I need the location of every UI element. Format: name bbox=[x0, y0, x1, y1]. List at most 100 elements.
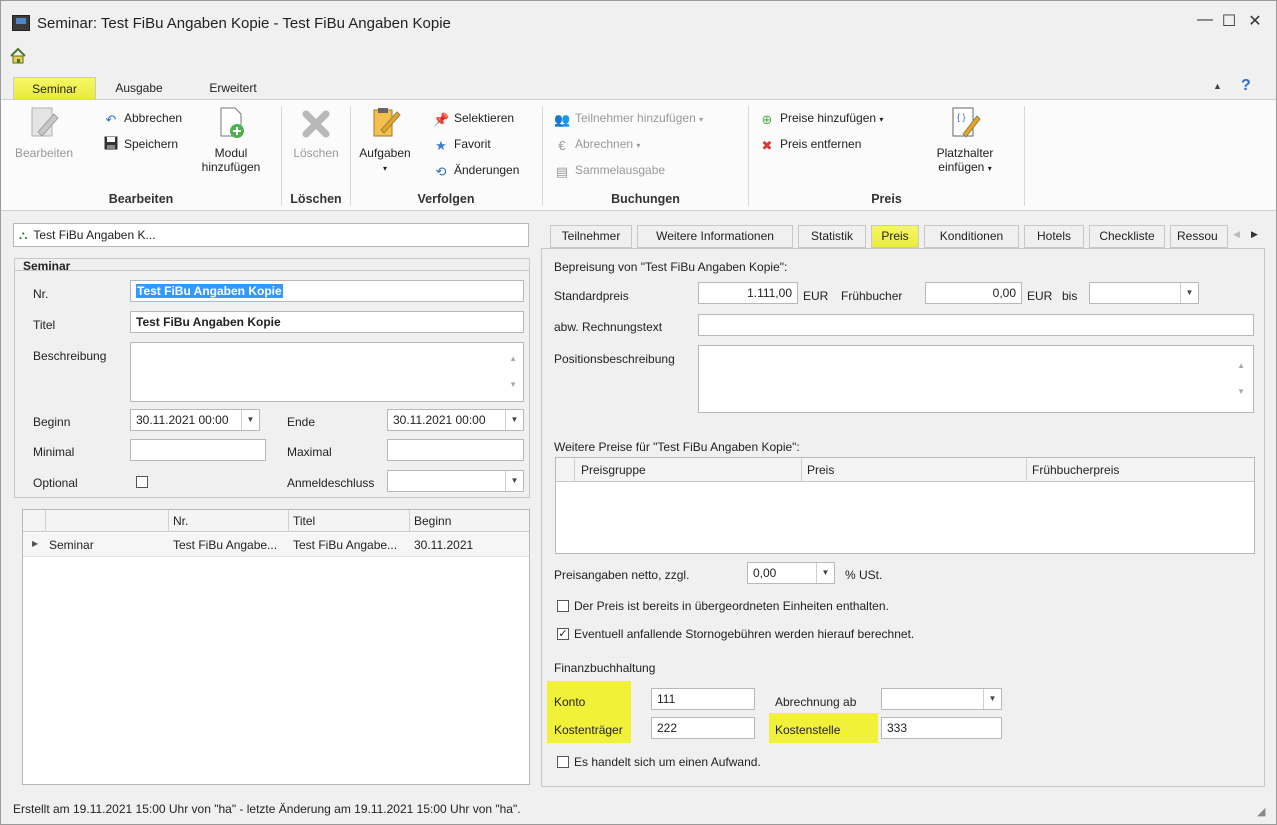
table-row[interactable]: ▶ Seminar Test FiBu Angabe... Test FiBu … bbox=[23, 533, 529, 557]
remove-price-button[interactable]: ✖ Preis entfernen bbox=[759, 134, 862, 154]
resize-grip-icon[interactable]: ◢ bbox=[1257, 805, 1265, 818]
title-bar: Seminar: Test FiBu Angaben Kopie - Test … bbox=[1, 1, 1276, 45]
history-icon: ⟲ bbox=[435, 164, 447, 179]
column-header-nr[interactable]: Nr. bbox=[173, 514, 188, 528]
titel-field[interactable]: Test FiBu Angaben Kopie bbox=[130, 311, 524, 333]
aufwand-checkbox[interactable] bbox=[557, 756, 569, 768]
ende-field[interactable]: 30.11.2021 00:00 ▼ bbox=[387, 409, 524, 431]
group-loeschen-label: Löschen bbox=[290, 192, 342, 206]
scroll-up-icon[interactable]: ▲ bbox=[1237, 356, 1245, 376]
abrechnung-field[interactable]: ▼ bbox=[881, 688, 1002, 710]
row-nr: Test FiBu Angabe... bbox=[173, 538, 278, 552]
group-preis-label: Preis bbox=[871, 192, 902, 206]
minimal-field[interactable] bbox=[130, 439, 266, 461]
add-module-button[interactable]: Modul hinzufügen bbox=[191, 106, 271, 174]
divider bbox=[15, 270, 529, 271]
konto-field[interactable]: 111 bbox=[651, 688, 755, 710]
edit-button[interactable]: Bearbeiten bbox=[11, 106, 77, 160]
kostentraeger-field[interactable]: 222 bbox=[651, 717, 755, 739]
tree-node-label: Test FiBu Angaben K... bbox=[33, 228, 156, 242]
kostenstelle-field[interactable]: 333 bbox=[881, 717, 1002, 739]
tab-konditionen[interactable]: Konditionen bbox=[924, 225, 1019, 248]
cancellation-fee-checkbox[interactable]: ✓ bbox=[557, 628, 569, 640]
standardpreis-field[interactable]: 1.111,00 bbox=[698, 282, 798, 304]
beginn-field[interactable]: 30.11.2021 00:00 ▼ bbox=[130, 409, 260, 431]
tab-preis[interactable]: Preis bbox=[871, 225, 919, 248]
close-button[interactable]: ✕ bbox=[1245, 11, 1265, 31]
column-header-titel[interactable]: Titel bbox=[293, 514, 315, 528]
add-module-label-2: hinzufügen bbox=[201, 160, 261, 174]
nr-value: Test FiBu Angaben Kopie bbox=[136, 284, 283, 298]
price-included-checkbox[interactable] bbox=[557, 600, 569, 612]
beschreibung-field[interactable]: ▲ ▼ bbox=[130, 342, 524, 402]
tabs-scroll-right-icon[interactable]: ▶ bbox=[1251, 229, 1258, 240]
chevron-down-icon: ▾ bbox=[879, 115, 884, 124]
nr-field[interactable]: Test FiBu Angaben Kopie bbox=[130, 280, 524, 302]
cancel-button[interactable]: ↶ Abbrechen bbox=[103, 108, 183, 128]
maximize-button[interactable]: ☐ bbox=[1219, 11, 1239, 31]
placeholder-button[interactable]: { } Platzhalter einfügen ▾ bbox=[925, 106, 1005, 176]
home-icon[interactable] bbox=[9, 47, 31, 67]
tab-ausgabe[interactable]: Ausgabe bbox=[104, 77, 174, 99]
collapse-ribbon-icon[interactable]: ▲ bbox=[1213, 81, 1222, 91]
dropdown-icon[interactable]: ▼ bbox=[816, 563, 834, 583]
favorite-button[interactable]: ★ Favorit bbox=[433, 134, 491, 154]
dropdown-icon[interactable]: ▼ bbox=[983, 689, 1001, 709]
fruehbucher-field[interactable]: 0,00 bbox=[925, 282, 1022, 304]
add-module-icon bbox=[220, 107, 244, 138]
dropdown-icon[interactable]: ▼ bbox=[505, 410, 523, 430]
save-button[interactable]: Speichern bbox=[103, 134, 178, 154]
bill-button[interactable]: € Abrechnen ▾ bbox=[554, 134, 640, 154]
netto-label: Preisangaben netto, zzgl. bbox=[554, 568, 690, 582]
column-header-fruehbucherpreis[interactable]: Frühbucherpreis bbox=[1032, 463, 1119, 477]
positionsbeschreibung-field[interactable]: ▲ ▼ bbox=[698, 345, 1254, 413]
status-text: Erstellt am 19.11.2021 15:00 Uhr von "ha… bbox=[13, 802, 521, 816]
tab-seminar[interactable]: Seminar bbox=[13, 77, 96, 99]
cancel-label: Abbrechen bbox=[124, 111, 183, 125]
add-participants-button[interactable]: 👥 Teilnehmer hinzufügen ▾ bbox=[554, 108, 703, 128]
beginn-label: Beginn bbox=[33, 415, 71, 429]
tab-statistik[interactable]: Statistik bbox=[798, 225, 866, 248]
bis-field[interactable]: ▼ bbox=[1089, 282, 1199, 304]
tab-erweitert[interactable]: Erweitert bbox=[193, 77, 273, 99]
tab-checkliste[interactable]: Checkliste bbox=[1089, 225, 1165, 248]
tab-weitere-informationen[interactable]: Weitere Informationen bbox=[637, 225, 793, 248]
expand-icon[interactable]: ▶ bbox=[32, 539, 38, 548]
select-button[interactable]: 📌 Selektieren bbox=[433, 108, 514, 128]
batch-button[interactable]: ▤ Sammelausgabe bbox=[554, 160, 665, 180]
tabs-scroll-left-icon[interactable]: ◀ bbox=[1233, 229, 1240, 240]
delete-button[interactable]: Löschen bbox=[285, 106, 347, 160]
row-titel: Test FiBu Angabe... bbox=[293, 538, 398, 552]
scroll-down-icon[interactable]: ▼ bbox=[509, 375, 517, 395]
help-icon[interactable]: ? bbox=[1241, 77, 1251, 95]
dropdown-icon[interactable]: ▼ bbox=[505, 471, 523, 491]
bill-icon: € bbox=[558, 138, 566, 153]
column-header-preis[interactable]: Preis bbox=[807, 463, 834, 477]
tasks-button[interactable]: Aufgaben ▾ bbox=[353, 106, 417, 176]
anmeldeschluss-field[interactable]: ▼ bbox=[387, 470, 524, 492]
scroll-up-icon[interactable]: ▲ bbox=[509, 349, 517, 369]
column-header-beginn[interactable]: Beginn bbox=[414, 514, 451, 528]
tree-node-field[interactable]: ⛬ Test FiBu Angaben K... bbox=[13, 223, 529, 247]
tab-ressourcen[interactable]: Ressou bbox=[1170, 225, 1228, 248]
pin-icon: 📌 bbox=[433, 112, 450, 127]
dropdown-icon[interactable]: ▼ bbox=[1180, 283, 1198, 303]
ust-field[interactable]: 0,00 ▼ bbox=[747, 562, 835, 584]
positionsbeschreibung-label: Positionsbeschreibung bbox=[554, 352, 675, 366]
tree-grid-header: Nr. Titel Beginn bbox=[23, 510, 529, 532]
add-prices-button[interactable]: ⊕ Preise hinzufügen ▾ bbox=[759, 108, 884, 128]
maximal-field[interactable] bbox=[387, 439, 524, 461]
scroll-down-icon[interactable]: ▼ bbox=[1237, 382, 1245, 402]
tasks-label: Aufgaben bbox=[359, 146, 411, 160]
tab-hotels[interactable]: Hotels bbox=[1024, 225, 1084, 248]
rechnungstext-field[interactable] bbox=[698, 314, 1254, 336]
changes-button[interactable]: ⟲ Änderungen bbox=[433, 160, 520, 180]
tab-teilnehmer[interactable]: Teilnehmer bbox=[550, 225, 632, 248]
dropdown-icon[interactable]: ▼ bbox=[241, 410, 259, 430]
row-beginn: 30.11.2021 bbox=[414, 538, 474, 552]
column-header-preisgruppe[interactable]: Preisgruppe bbox=[581, 463, 646, 477]
optional-checkbox[interactable] bbox=[136, 476, 148, 488]
minimize-button[interactable]: — bbox=[1195, 11, 1215, 29]
anmeldeschluss-label: Anmeldeschluss bbox=[287, 476, 375, 490]
favorite-label: Favorit bbox=[454, 137, 491, 151]
